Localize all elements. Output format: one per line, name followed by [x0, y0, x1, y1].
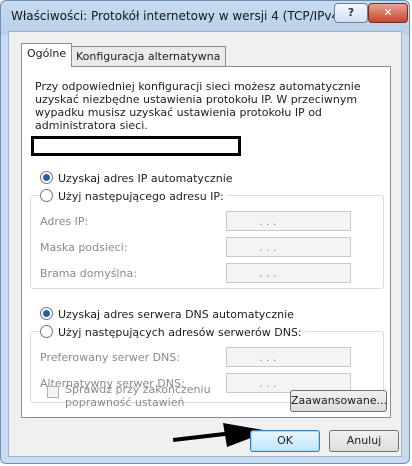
- subnet-mask-label: Maska podsieci:: [40, 241, 128, 254]
- ip-address-label: Adres IP:: [40, 215, 89, 228]
- checkbox-icon: [47, 386, 59, 398]
- help-button[interactable]: ?: [334, 3, 368, 23]
- ip-manual-label: Użyj następującego adresu IP:: [58, 190, 224, 203]
- close-button[interactable]: ✕: [368, 3, 408, 23]
- dns-manual-label: Użyj następujących adresów serwerów DNS:: [58, 326, 302, 339]
- dns-auto-label: Uzyskaj adres serwera DNS automatycznie: [58, 308, 294, 321]
- ip-auto-label: Uzyskaj adres IP automatycznie: [58, 172, 233, 185]
- tab-alternate-configuration[interactable]: Konfiguracja alternatywna: [70, 46, 227, 66]
- validate-settings-checkbox[interactable]: Sprawdź przy zakończeniu poprawność usta…: [47, 383, 265, 409]
- default-gateway-input[interactable]: . . .: [226, 263, 351, 283]
- subnet-mask-dots: . . .: [259, 241, 277, 254]
- cancel-button[interactable]: Anuluj: [329, 430, 399, 452]
- validate-settings-label: Sprawdź przy zakończeniu poprawność usta…: [65, 383, 211, 409]
- preferred-dns-input[interactable]: . . .: [226, 347, 351, 367]
- default-gateway-label: Brama domyślna:: [40, 267, 137, 280]
- default-gateway-dots: . . .: [259, 267, 277, 280]
- ok-button[interactable]: OK: [250, 430, 320, 452]
- dialog-window: Właściwości: Protokół internetowy w wers…: [0, 0, 410, 464]
- preferred-dns-dots: . . .: [259, 351, 277, 364]
- close-icon: ✕: [383, 6, 393, 19]
- tab-general[interactable]: Ogólne: [21, 43, 73, 67]
- general-tab-panel: Przy odpowiedniej konfiguracji sieci moż…: [21, 66, 391, 418]
- window-title: Właściwości: Protokół internetowy w wers…: [11, 9, 344, 23]
- subnet-mask-input[interactable]: . . .: [226, 237, 351, 257]
- ip-address-dots: . . .: [259, 215, 277, 228]
- dns-auto-radio[interactable]: Uzyskaj adres serwera DNS automatycznie: [40, 307, 294, 321]
- help-icon: ?: [347, 6, 355, 19]
- ip-address-input[interactable]: . . .: [226, 211, 351, 231]
- ip-auto-radio[interactable]: Uzyskaj adres IP automatycznie: [40, 171, 233, 185]
- radio-selected-icon: [40, 171, 53, 184]
- preferred-dns-label: Preferowany serwer DNS:: [40, 351, 181, 364]
- radio-unselected-icon: [40, 325, 53, 338]
- annotation-highlight-box: [31, 136, 241, 156]
- title-bar[interactable]: Właściwości: Protokół internetowy w wers…: [1, 1, 409, 31]
- radio-selected-icon: [40, 307, 53, 320]
- radio-unselected-icon: [40, 189, 53, 202]
- advanced-button[interactable]: Zaawansowane...: [290, 390, 387, 412]
- ip-manual-radio[interactable]: Użyj następującego adresu IP:: [40, 189, 227, 203]
- description-text: Przy odpowiedniej konfiguracji sieci moż…: [35, 80, 361, 132]
- dns-manual-radio[interactable]: Użyj następujących adresów serwerów DNS:: [40, 325, 305, 339]
